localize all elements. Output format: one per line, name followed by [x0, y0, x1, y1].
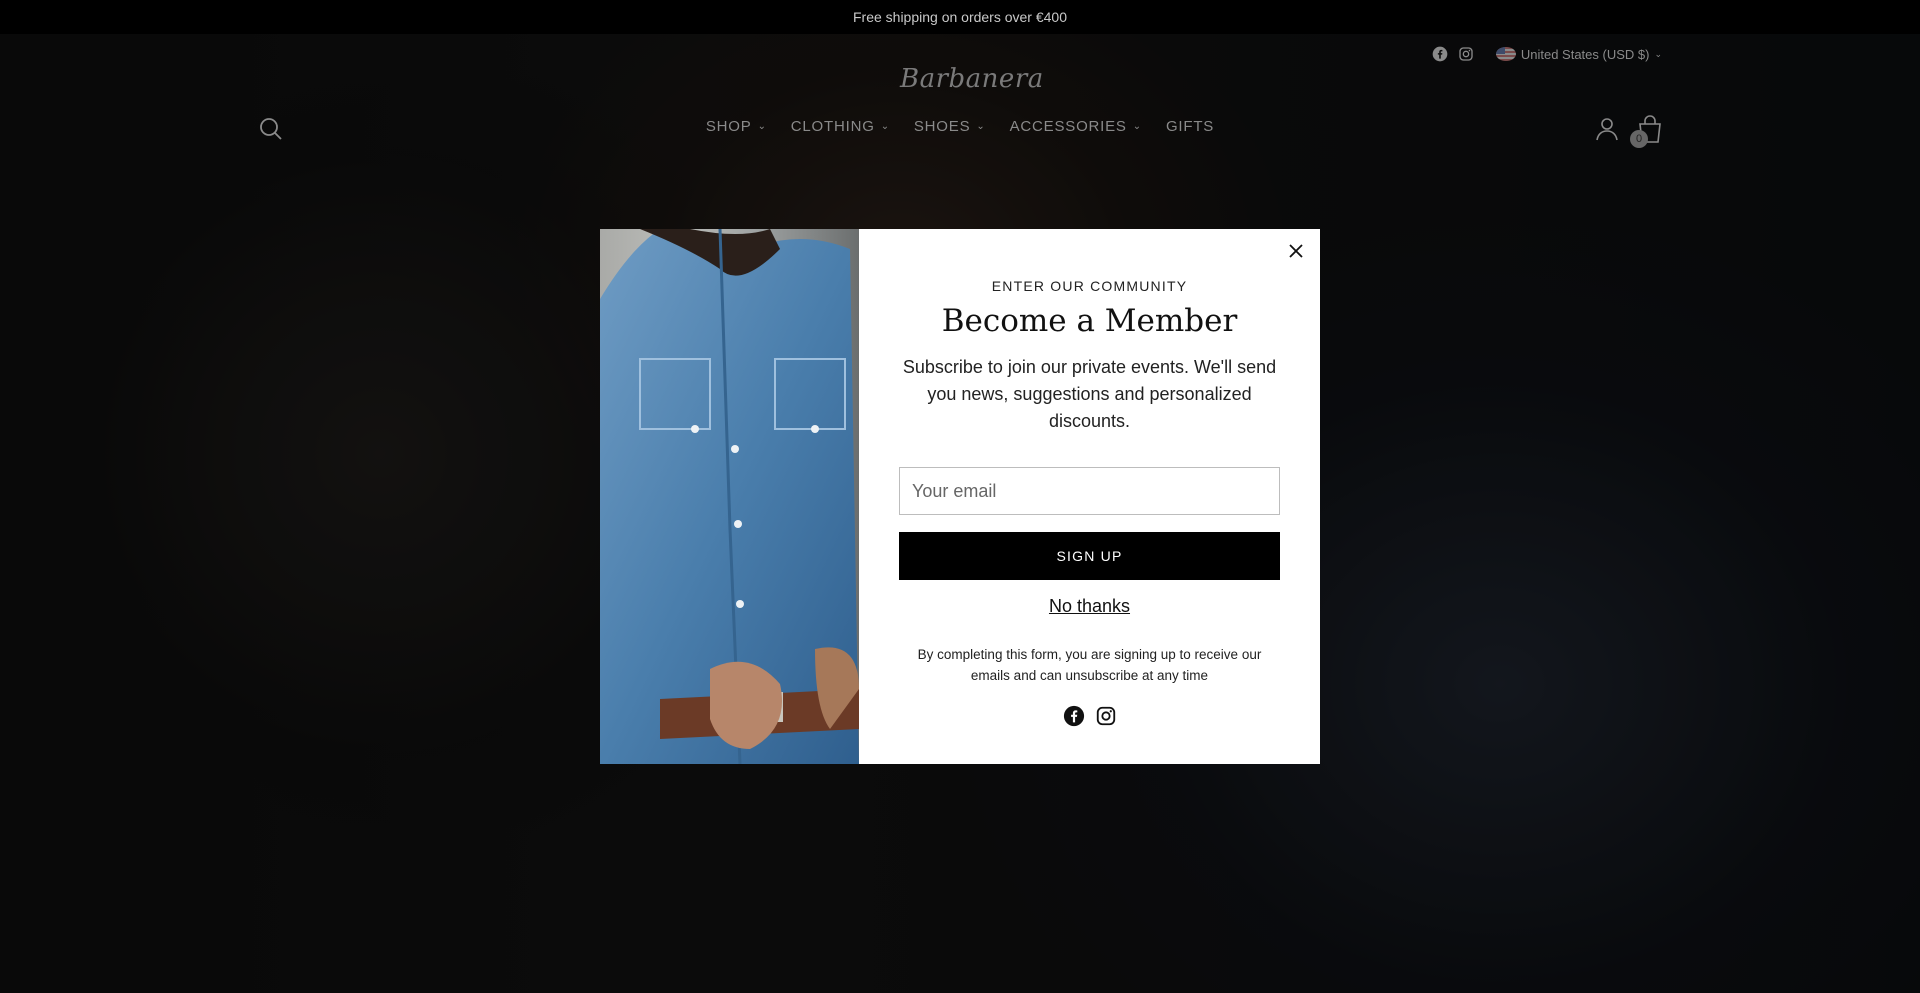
denim-shirt-illustration [600, 229, 859, 764]
no-thanks-link[interactable]: No thanks [859, 596, 1320, 617]
instagram-icon[interactable] [1458, 46, 1474, 62]
nav-clothing[interactable]: CLOTHING ⌄ [791, 118, 890, 135]
popup-content: ENTER OUR COMMUNITY Become a Member Subs… [859, 229, 1320, 764]
popup-social-links [859, 705, 1320, 727]
nav-label: GIFTS [1165, 118, 1215, 135]
popup-title: Become a Member [941, 303, 1238, 339]
popup-eyebrow: ENTER OUR COMMUNITY [991, 278, 1188, 294]
nav-shop[interactable]: SHOP ⌄ [706, 118, 767, 135]
nav-shoes[interactable]: SHOES ⌄ [914, 118, 986, 135]
country-selector[interactable]: United States (USD $) ⌄ [1495, 46, 1662, 62]
chevron-down-icon: ⌄ [1654, 48, 1662, 59]
close-button[interactable] [1286, 241, 1306, 261]
announcement-text: Free shipping on orders over €400 [852, 9, 1068, 25]
popup-image [600, 229, 859, 764]
popup-description: Subscribe to join our private events. We… [902, 357, 1277, 431]
instagram-icon[interactable] [1095, 705, 1117, 727]
nav-gifts[interactable]: GIFTS [1166, 118, 1214, 135]
facebook-icon[interactable] [1432, 46, 1448, 62]
account-button[interactable] [1594, 116, 1620, 142]
announcement-bar: Free shipping on orders over €400 [0, 0, 1920, 34]
close-icon [1289, 244, 1303, 258]
email-field[interactable] [899, 467, 1280, 515]
nav-label: CLOTHING [790, 118, 875, 135]
popup-fine-print: By completing this form, you are signing… [917, 647, 1262, 683]
us-flag-icon [1495, 47, 1516, 61]
chevron-down-icon: ⌄ [976, 121, 986, 132]
sign-up-button[interactable]: SIGN UP [899, 532, 1280, 580]
header-utility: United States (USD $) ⌄ [1432, 46, 1662, 62]
nav-label: SHOES [913, 118, 971, 135]
account-icon [1596, 118, 1618, 141]
nav-label: SHOP [705, 118, 752, 135]
site-header: Barbanera United States (USD $) ⌄ SHOP ⌄… [0, 34, 1920, 164]
nav-accessories[interactable]: ACCESSORIES ⌄ [1010, 118, 1142, 135]
country-label: United States (USD $) [1520, 46, 1650, 62]
chevron-down-icon: ⌄ [1132, 121, 1142, 132]
newsletter-popup: ENTER OUR COMMUNITY Become a Member Subs… [600, 229, 1320, 764]
cart-count-badge: 0 [1630, 130, 1648, 148]
chevron-down-icon: ⌄ [880, 121, 890, 132]
facebook-icon[interactable] [1063, 705, 1085, 727]
chevron-down-icon: ⌄ [757, 121, 767, 132]
brand-logo[interactable]: Barbanera [900, 64, 1043, 94]
nav-label: ACCESSORIES [1009, 118, 1127, 135]
